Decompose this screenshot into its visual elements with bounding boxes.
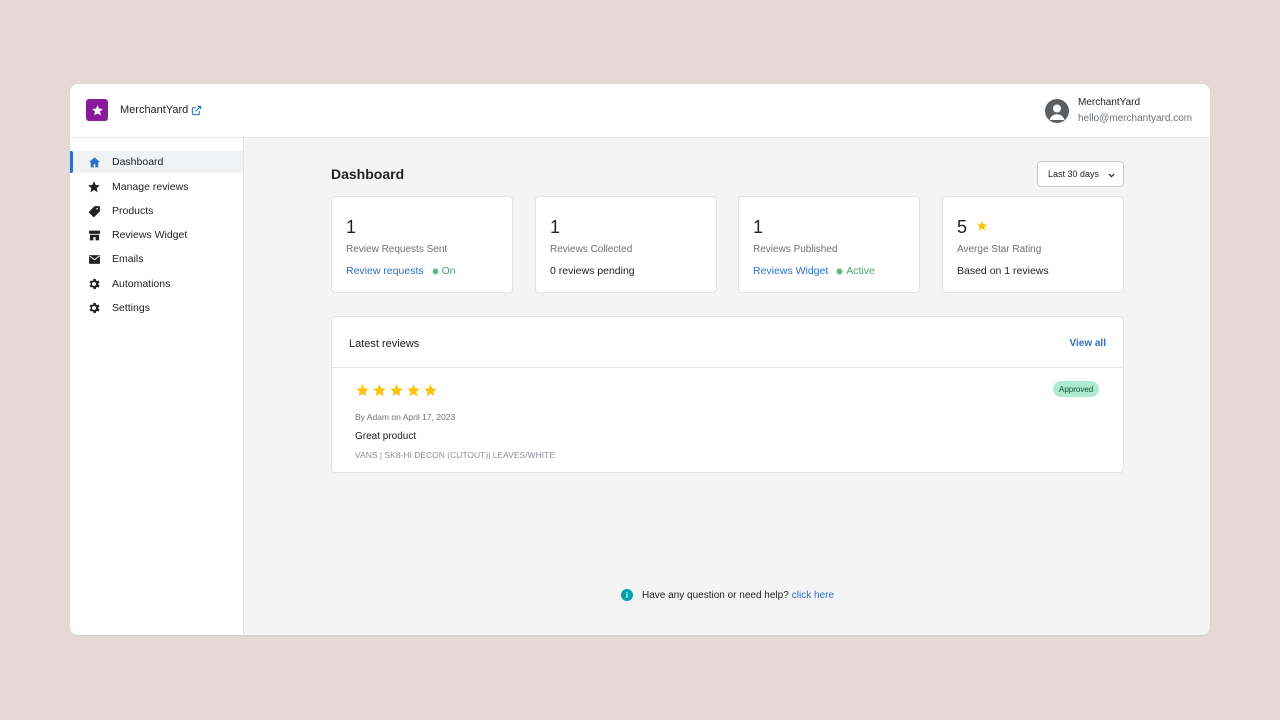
sidebar-item-label: Automations — [112, 278, 171, 290]
sidebar-item-automations[interactable]: Automations — [70, 273, 243, 295]
status-dot-icon — [432, 268, 438, 274]
status-text: On — [441, 265, 456, 277]
stat-value: 1 — [753, 217, 764, 237]
user-name: MerchantYard — [1078, 97, 1141, 108]
star-icon — [977, 221, 987, 231]
envelope-icon — [87, 252, 101, 266]
stat-value: 1 — [346, 217, 357, 237]
sidebar-item-products[interactable]: Products — [70, 200, 243, 222]
stat-card-average-rating: 5 Averge Star Rating Based on 1 reviews — [942, 196, 1124, 293]
brand-logo[interactable] — [86, 99, 108, 121]
user-icon — [1049, 104, 1065, 120]
stat-footer: Based on 1 reviews — [957, 265, 1049, 277]
gear-icon — [87, 277, 101, 291]
top-bar: MerchantYard MerchantYard hello@merchant… — [70, 84, 1210, 138]
stat-footer: Review requests On — [346, 265, 456, 277]
review-requests-link[interactable]: Review requests — [346, 265, 424, 277]
brand-name: MerchantYard — [120, 104, 189, 116]
external-link-icon[interactable] — [191, 105, 202, 116]
stat-card-requests-sent: 1 Review Requests Sent Review requests O… — [331, 196, 513, 293]
star-icon — [373, 384, 386, 397]
help-text: Have any question or need help? — [642, 589, 789, 601]
status-text: Active — [846, 265, 875, 277]
star-icon — [91, 104, 103, 115]
review-meta: By Adam on April 17, 2023 — [355, 412, 456, 422]
star-icon — [390, 384, 403, 397]
stat-footer: 0 reviews pending — [550, 265, 635, 277]
star-icon — [424, 384, 437, 397]
star-icon — [407, 384, 420, 397]
user-email: hello@merchantyard.com — [1078, 113, 1193, 124]
stat-label: Reviews Collected — [550, 244, 633, 255]
sidebar-item-label: Emails — [112, 253, 144, 265]
date-range-value: Last 30 days — [1048, 169, 1100, 179]
main-content: Dashboard Last 30 days 1 Review Requests… — [244, 138, 1210, 635]
sidebar-item-reviews-widget[interactable]: Reviews Widget — [70, 224, 243, 246]
stat-label: Reviews Published — [753, 244, 838, 255]
stat-card-reviews-published: 1 Reviews Published Reviews Widget Activ… — [738, 196, 920, 293]
stat-card-reviews-collected: 1 Reviews Collected 0 reviews pending — [535, 196, 717, 293]
chevron-down-icon — [1108, 173, 1115, 178]
stat-value: 1 — [550, 217, 561, 237]
app-window: MerchantYard MerchantYard hello@merchant… — [70, 84, 1210, 635]
sidebar-item-label: Dashboard — [112, 156, 164, 168]
storefront-icon — [87, 228, 101, 242]
review-rating-stars — [355, 383, 438, 398]
stat-label: Averge Star Rating — [957, 244, 1042, 255]
gear-icon — [87, 301, 101, 315]
home-icon — [87, 155, 101, 169]
help-footer: i Have any question or need help? click … — [621, 589, 834, 601]
latest-reviews-title: Latest reviews — [349, 338, 420, 350]
stat-footer: Reviews Widget Active — [753, 265, 875, 277]
sidebar-item-dashboard[interactable]: Dashboard — [70, 151, 243, 173]
page-title: Dashboard — [331, 166, 405, 182]
sidebar-item-manage-reviews[interactable]: Manage reviews — [70, 176, 243, 198]
sidebar-item-label: Products — [112, 205, 154, 217]
tag-icon — [87, 204, 101, 218]
view-all-link[interactable]: View all — [1069, 338, 1106, 349]
review-product: VANS | SK8-HI DECON (CUTOUT)| LEAVES/WHI… — [355, 450, 555, 460]
status-dot-icon — [837, 268, 843, 274]
sidebar-item-label: Manage reviews — [112, 181, 189, 193]
stat-label: Review Requests Sent — [346, 244, 448, 255]
help-link[interactable]: click here — [792, 590, 834, 601]
status-badge: Approved — [1053, 381, 1100, 397]
star-icon — [87, 180, 101, 194]
star-icon — [356, 384, 369, 397]
pending-count: 0 reviews pending — [550, 265, 635, 277]
user-avatar[interactable] — [1045, 99, 1069, 123]
latest-reviews-header: Latest reviews View all — [332, 317, 1123, 368]
rating-basis: Based on 1 reviews — [957, 265, 1049, 277]
date-range-select[interactable]: Last 30 days — [1037, 161, 1124, 187]
latest-reviews-card: Latest reviews View all Approved By Adam… — [331, 316, 1124, 473]
reviews-widget-link[interactable]: Reviews Widget — [753, 265, 828, 277]
sidebar-item-emails[interactable]: Emails — [70, 248, 243, 270]
sidebar-item-label: Settings — [112, 302, 150, 314]
review-body: Great product — [355, 431, 417, 442]
sidebar: Dashboard Manage reviews Products Review… — [70, 138, 244, 635]
sidebar-item-settings[interactable]: Settings — [70, 297, 243, 319]
stat-value: 5 — [957, 217, 968, 237]
info-icon: i — [621, 589, 633, 601]
sidebar-item-label: Reviews Widget — [112, 229, 188, 241]
